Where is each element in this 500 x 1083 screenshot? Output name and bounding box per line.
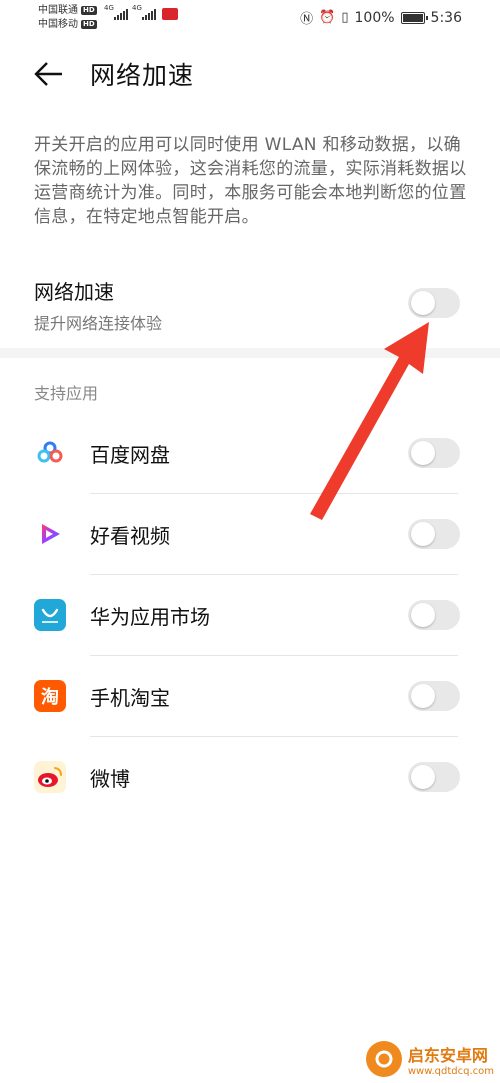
switch-knob	[411, 684, 435, 708]
app-name: 微博	[90, 767, 130, 791]
app-switch-taobao[interactable]	[408, 681, 460, 711]
alarm-icon: ⏰	[319, 10, 336, 25]
status-right: Ⓝ ⏰ ▯ 100% 5:36	[300, 8, 462, 28]
battery-percent: 100%	[354, 9, 395, 26]
carrier-info: 中国联通 HD 中国移动 HD	[38, 3, 97, 31]
watermark-url: www.qdtdcq.com	[407, 1065, 494, 1077]
signal-icon-1: 4G	[104, 4, 128, 20]
network-acceleration-row: 网络加速 提升网络连接体验	[0, 270, 500, 346]
carrier-2: 中国移动	[38, 18, 78, 30]
signal-indicators: 4G 4G	[104, 4, 178, 20]
app-list: 百度网盘 好看视频 华为应用市场 淘 手机淘宝 微博	[0, 413, 500, 818]
signal-icon-2: 4G	[132, 4, 156, 20]
main-toggle-sublabel: 提升网络连接体验	[34, 314, 163, 333]
switch-knob	[411, 441, 435, 465]
weibo-icon	[34, 761, 66, 793]
list-item: 微博	[0, 737, 500, 818]
back-arrow-icon	[34, 62, 62, 86]
watermark: 启东安卓网 www.qdtdcq.com	[365, 1041, 494, 1077]
network-type-2: 4G	[132, 4, 142, 12]
app-switch-huawei-appgallery[interactable]	[408, 600, 460, 630]
app-name: 手机淘宝	[90, 686, 170, 710]
watermark-name: 启东安卓网	[407, 1045, 488, 1065]
list-item: 淘 手机淘宝	[0, 656, 500, 737]
carrier-1: 中国联通	[38, 4, 78, 16]
page-title: 网络加速	[90, 61, 195, 90]
clock: 5:36	[430, 9, 462, 26]
description-text: 开关开启的应用可以同时使用 WLAN 和移动数据，以确保流畅的上网体验，这会消耗…	[34, 135, 467, 227]
watermark-logo-icon	[365, 1041, 402, 1077]
app-switch-haokan-video[interactable]	[408, 519, 460, 549]
vibrate-icon: ▯	[341, 10, 349, 25]
section-title: 支持应用	[34, 384, 99, 403]
app-name: 百度网盘	[90, 443, 170, 467]
switch-knob	[411, 765, 435, 789]
hd-badge-2: HD	[81, 19, 97, 29]
notification-app-icon	[162, 8, 178, 20]
list-item: 华为应用市场	[0, 575, 500, 656]
app-name: 好看视频	[90, 524, 170, 548]
network-acceleration-switch[interactable]	[408, 288, 460, 318]
huawei-appgallery-icon	[34, 599, 66, 631]
switch-knob	[411, 522, 435, 546]
list-item: 好看视频	[0, 494, 500, 575]
section-divider	[0, 348, 500, 358]
app-switch-baidu-netdisk[interactable]	[408, 438, 460, 468]
taobao-icon: 淘	[34, 680, 66, 712]
app-switch-weibo[interactable]	[408, 762, 460, 792]
baidu-netdisk-icon	[34, 437, 66, 469]
switch-knob	[411, 603, 435, 627]
hd-badge-1: HD	[81, 5, 97, 15]
battery-icon	[400, 11, 428, 24]
app-header: 网络加速	[0, 50, 500, 98]
list-item: 百度网盘	[0, 413, 500, 494]
switch-knob	[411, 291, 435, 315]
nfc-icon: Ⓝ	[300, 12, 314, 27]
main-toggle-label: 网络加速	[34, 280, 114, 304]
haokan-video-icon	[34, 518, 66, 550]
app-name: 华为应用市场	[90, 605, 210, 629]
network-type-1: 4G	[104, 4, 114, 12]
status-bar: 中国联通 HD 中国移动 HD 4G 4G Ⓝ ⏰ ▯ 100% 5:36	[0, 0, 500, 36]
back-button[interactable]	[30, 58, 66, 90]
